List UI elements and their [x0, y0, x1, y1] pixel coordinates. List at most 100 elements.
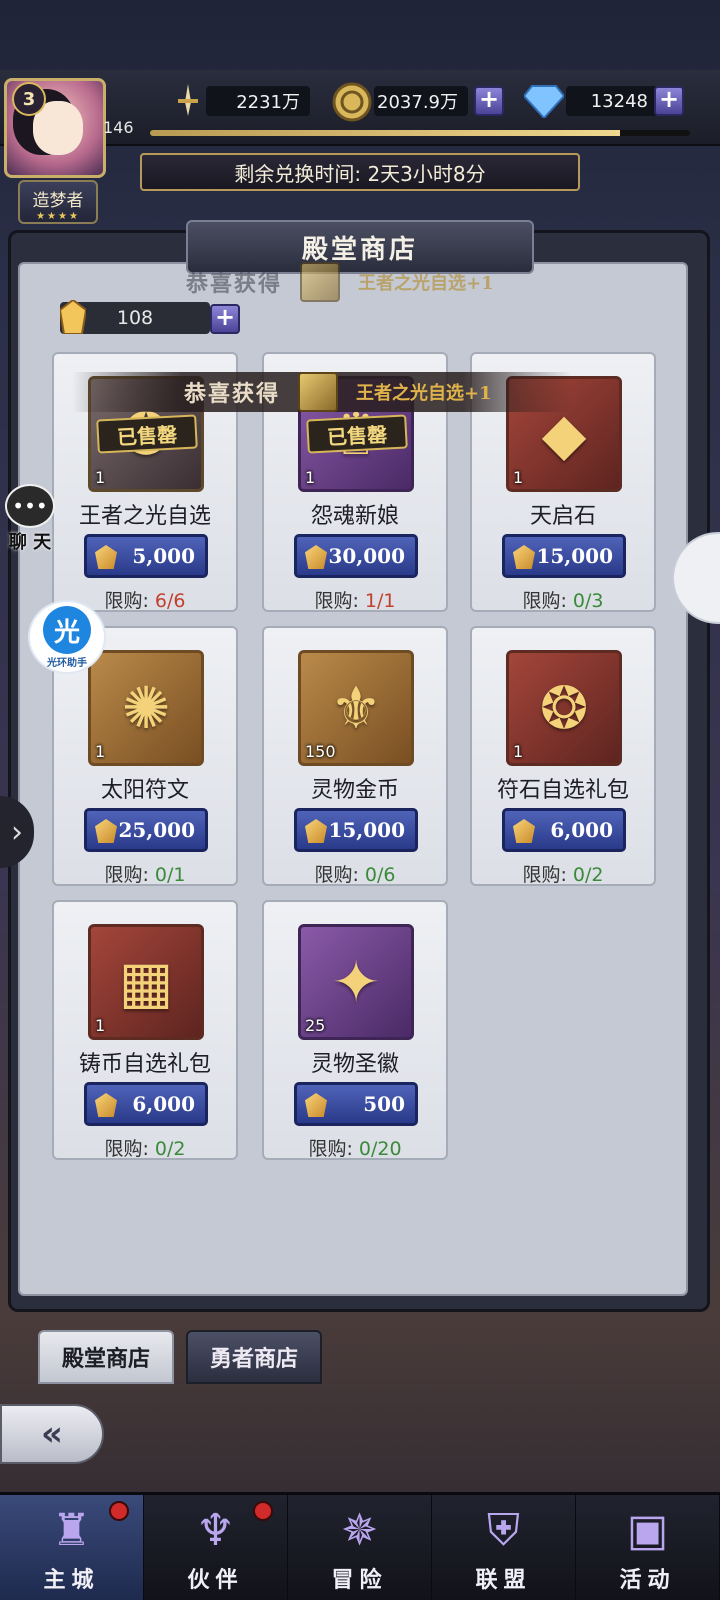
purchase-limit: 限购: 0/2: [54, 1134, 236, 1161]
limit-value: 1/1: [364, 590, 396, 612]
buy-button[interactable]: 25,000: [84, 808, 208, 852]
sword-icon: [168, 80, 208, 120]
tab-hero-shop[interactable]: 勇者商店: [186, 1330, 322, 1384]
add-shop-gem-button[interactable]: +: [210, 304, 240, 334]
shield-crest-icon: ⛨: [487, 1504, 520, 1556]
limit-value: 6/6: [154, 590, 186, 612]
limit-label: 限购:: [522, 864, 567, 886]
buy-button[interactable]: 30,000: [294, 534, 418, 578]
item-price: 6,000: [550, 818, 613, 842]
halo-assistant-label: 光环助手: [47, 658, 87, 669]
shop-item-card[interactable]: ✦ 25 灵物圣徽 500 限购: 0/20: [262, 900, 448, 1160]
reward-toast: 恭喜获得 王者之光自选+1: [186, 262, 494, 302]
item-count: 1: [95, 1016, 106, 1035]
limit-value: 0/2: [154, 1138, 186, 1160]
buy-button[interactable]: 15,000: [294, 808, 418, 852]
item-price: 30,000: [328, 544, 405, 568]
nav-item[interactable]: ✵ 冒险: [288, 1495, 432, 1600]
item-price: 500: [363, 1092, 405, 1116]
player-title: 造梦者: [32, 191, 84, 211]
halo-assistant-icon: 光: [43, 606, 91, 654]
nav-item[interactable]: ⛨ 联盟: [432, 1495, 576, 1600]
item-count: 1: [95, 468, 106, 487]
item-name: 怨魂新娘: [310, 504, 399, 529]
purchase-limit: 限购: 0/3: [472, 586, 654, 613]
gem-icon: [513, 545, 535, 569]
player-level-badge: 3: [12, 82, 46, 116]
purchase-limit: 限购: 0/20: [264, 1134, 446, 1161]
gem-icon: [95, 545, 117, 569]
item-count: 1: [95, 742, 106, 761]
nav-item[interactable]: ▣ 活动: [576, 1495, 720, 1600]
limit-label: 限购:: [314, 864, 359, 886]
item-count: 1: [513, 742, 524, 761]
gem-icon: [95, 1093, 117, 1117]
compass-icon: ✵: [341, 1504, 378, 1556]
limit-value: 0/6: [364, 864, 396, 886]
treasure-chest-icon: ▦ 1: [88, 924, 204, 1040]
chat-button[interactable]: ••• 聊 天: [0, 484, 60, 554]
gem-icon: [305, 1093, 327, 1117]
shop-gem-icon: [58, 296, 88, 338]
purchase-limit: 限购: 0/1: [54, 860, 236, 887]
diamond-icon: [522, 82, 566, 120]
shop-item-card[interactable]: ⚜ 150 灵物金币 15,000 限购: 0/6: [262, 626, 448, 886]
item-count: 1: [513, 468, 524, 487]
item-name: 灵物圣徽: [310, 1052, 399, 1077]
reward-toast-active: 恭喜获得 王者之光自选+1: [72, 372, 572, 412]
chat-bubble-icon: •••: [5, 484, 55, 528]
buy-button[interactable]: 15,000: [502, 534, 626, 578]
item-name: 符石自选礼包: [496, 778, 629, 803]
nav-label: 冒险: [331, 1567, 388, 1593]
shop-item-card[interactable]: ▦ 1 铸币自选礼包 6,000 限购: 0/2: [52, 900, 238, 1160]
item-glyph: ❂: [539, 674, 589, 742]
wizard-hat-icon: ♆: [195, 1504, 236, 1556]
item-name: 太阳符文: [100, 778, 189, 803]
item-name: 天启石: [529, 504, 596, 529]
buy-button[interactable]: 500: [294, 1082, 418, 1126]
limit-label: 限购:: [308, 1138, 353, 1160]
item-count: 25: [305, 1016, 326, 1035]
buy-button[interactable]: 6,000: [502, 808, 626, 852]
player-exp: 146: [103, 118, 134, 137]
player-title-badge[interactable]: 造梦者 ★★★★: [18, 180, 98, 224]
purchase-limit: 限购: 1/1: [264, 586, 446, 613]
spirit-coin-icon: ⚜ 150: [298, 650, 414, 766]
back-button[interactable]: «: [0, 1404, 104, 1464]
gem-icon: [513, 819, 535, 843]
toast-item: 王者之光自选+1: [358, 273, 494, 294]
item-price: 25,000: [118, 818, 195, 842]
item-price: 15,000: [536, 544, 613, 568]
toast-title: 恭喜获得: [184, 381, 281, 407]
exchange-timer: 剩余兑换时间: 2天3小时8分: [140, 153, 580, 191]
nav-label: 主城: [43, 1567, 100, 1593]
buy-button[interactable]: 6,000: [84, 1082, 208, 1126]
item-glyph: ✺: [121, 674, 171, 742]
gem-icon: [305, 819, 327, 843]
rune-bag-icon: ❂ 1: [506, 650, 622, 766]
cards-icon: ▣: [626, 1504, 669, 1556]
add-gold-button[interactable]: +: [474, 86, 504, 116]
nav-item[interactable]: ♆ 伙伴: [144, 1495, 288, 1600]
power-value: 2231万: [206, 86, 310, 116]
limit-label: 限购:: [104, 864, 149, 886]
limit-value: 0/2: [572, 864, 604, 886]
limit-value: 0/1: [154, 864, 186, 886]
shop-item-card[interactable]: ❂ 1 符石自选礼包 6,000 限购: 0/2: [470, 626, 656, 886]
notification-dot: [109, 1501, 129, 1521]
notification-dot: [253, 1501, 273, 1521]
gem-icon: [95, 819, 117, 843]
chat-label: 聊 天: [8, 532, 52, 553]
buy-button[interactable]: 5,000: [84, 534, 208, 578]
tab-hall-shop[interactable]: 殿堂商店: [38, 1330, 174, 1384]
item-name: 王者之光自选: [78, 504, 211, 529]
halo-assistant-button[interactable]: 光 光环助手: [28, 600, 106, 674]
nav-item[interactable]: ♜ 主城: [0, 1495, 144, 1600]
add-diamond-button[interactable]: +: [654, 86, 684, 116]
gold-value: 2037.9万: [374, 86, 468, 116]
limit-label: 限购:: [522, 590, 567, 612]
gold-coin-icon: [330, 80, 374, 124]
item-price: 6,000: [132, 1092, 195, 1116]
purchase-limit: 限购: 0/2: [472, 860, 654, 887]
purchase-limit: 限购: 0/6: [264, 860, 446, 887]
